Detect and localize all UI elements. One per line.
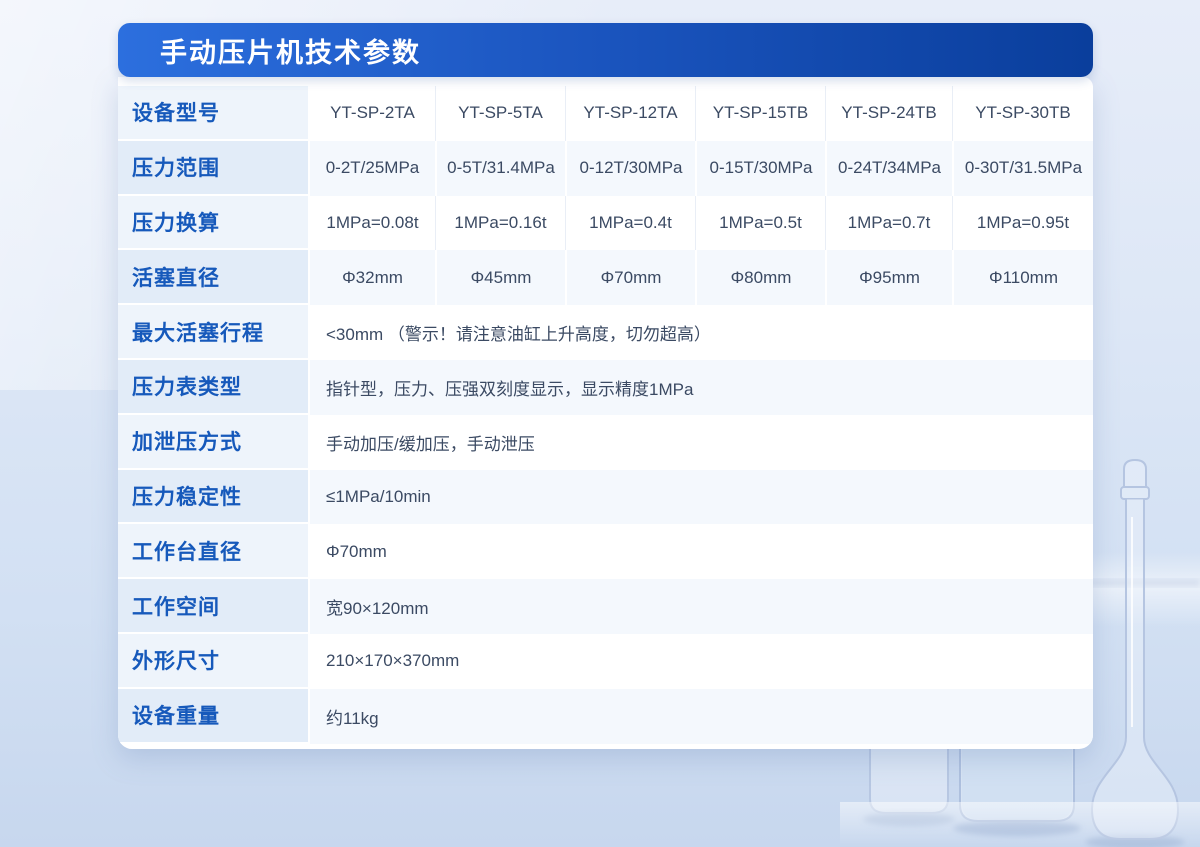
spec-row-device-model: 设备型号 YT-SP-2TA YT-SP-5TA YT-SP-12TA YT-SP-15… [118, 86, 1093, 141]
spec-value-cell: 宽90×120mm [310, 579, 1093, 634]
spec-value-cell: Φ70mm [310, 524, 1093, 580]
spec-row-piston-diameter: 活塞直径 Φ32mm Φ45mm Φ70mm Φ80mm Φ95mm Φ110mm [118, 250, 1093, 306]
row-label: 工作空间 [118, 579, 310, 634]
spec-value-cell: 1MPa=0.4t [565, 195, 695, 251]
spec-value-cell: 1MPa=0.95t [952, 195, 1093, 251]
row-label: 外形尺寸 [118, 633, 310, 689]
spec-value-cell: ≤1MPa/10min [310, 469, 1093, 525]
spec-value-cell: YT-SP-15TB [695, 86, 825, 141]
spec-value-cell: 0-24T/34MPa [825, 140, 952, 196]
spec-row-pressure-stability: 压力稳定性 ≤1MPa/10min [118, 469, 1093, 525]
spec-value-cell: 手动加压/缓加压，手动泄压 [310, 414, 1093, 470]
row-label: 压力范围 [118, 140, 310, 196]
spec-value-cell: Φ110mm [952, 250, 1093, 306]
volumetric-flask-icon [1090, 458, 1180, 840]
spec-row-pressure-range: 压力范围 0-2T/25MPa 0-5T/31.4MPa 0-12T/30MPa 0-1… [118, 140, 1093, 196]
table-sheen [840, 802, 1200, 847]
spec-value-cell: YT-SP-2TA [310, 86, 435, 141]
spec-value-cell: YT-SP-30TB [952, 86, 1093, 141]
spec-value-cell: YT-SP-5TA [435, 86, 565, 141]
page-background: 500ml 200 100 手动压片机技术参数 设备型号YT-SP-2TAYT-… [0, 0, 1200, 847]
spec-value-cell: 1MPa=0.7t [825, 195, 952, 251]
spec-row-worktable-diameter: 工作台直径 Φ70mm [118, 524, 1093, 580]
spec-value-cell: Φ80mm [695, 250, 825, 306]
spec-row-gauge-type: 压力表类型 指针型，压力、压强双刻度显示，显示精度1MPa [118, 359, 1093, 415]
row-label: 设备重量 [118, 688, 310, 744]
spec-row-max-piston-stroke: 最大活塞行程 <30mm （警示！请注意油缸上升高度，切勿超高） [118, 305, 1093, 360]
row-label: 活塞直径 [118, 250, 310, 306]
spec-value-cell: Φ95mm [825, 250, 952, 306]
spec-value-cell: 0-15T/30MPa [695, 140, 825, 196]
spec-value-cell: YT-SP-24TB [825, 86, 952, 141]
spec-value-cell: 0-5T/31.4MPa [435, 140, 565, 196]
spec-value-cell: 0-30T/31.5MPa [952, 140, 1093, 196]
spec-value-cell: <30mm （警示！请注意油缸上升高度，切勿超高） [310, 305, 1093, 360]
spec-value-cell: 0-12T/30MPa [565, 140, 695, 196]
row-label: 最大活塞行程 [118, 305, 310, 360]
spec-row-pressure-conversion: 压力换算 1MPa=0.08t 1MPa=0.16t 1MPa=0.4t 1MPa=0.… [118, 195, 1093, 251]
spec-value-cell: 指针型，压力、压强双刻度显示，显示精度1MPa [310, 359, 1093, 415]
spec-table-card: 设备型号 YT-SP-2TA YT-SP-5TA YT-SP-12TA YT-SP-15… [118, 77, 1093, 749]
row-label: 压力表类型 [118, 359, 310, 415]
section-title-banner: 手动压片机技术参数 [118, 23, 1093, 77]
spec-row-device-weight: 设备重量 约11kg [118, 688, 1093, 744]
spec-value-cell: 1MPa=0.5t [695, 195, 825, 251]
spec-row-pressurize-method: 加泄压方式 手动加压/缓加压，手动泄压 [118, 414, 1093, 470]
row-label: 压力换算 [118, 195, 310, 251]
row-label: 压力稳定性 [118, 469, 310, 525]
spec-value-cell: 0-2T/25MPa [310, 140, 435, 196]
spec-value-cell: Φ70mm [565, 250, 695, 306]
spec-value-cell: 210×170×370mm [310, 633, 1093, 689]
row-label: 工作台直径 [118, 524, 310, 580]
spec-value-cell: 1MPa=0.08t [310, 195, 435, 251]
spec-row-overall-dimensions: 外形尺寸 210×170×370mm [118, 633, 1093, 689]
spec-value-cell: Φ32mm [310, 250, 435, 306]
spec-value-cell: 约11kg [310, 688, 1093, 744]
spec-value-cell: 1MPa=0.16t [435, 195, 565, 251]
spec-value-cell: YT-SP-12TA [565, 86, 695, 141]
row-label: 设备型号 [118, 86, 310, 141]
spec-value-cell: Φ45mm [435, 250, 565, 306]
section-title: 手动压片机技术参数 [160, 37, 421, 68]
row-label: 加泄压方式 [118, 414, 310, 470]
spec-row-working-space: 工作空间 宽90×120mm [118, 579, 1093, 634]
spec-table: 设备型号 YT-SP-2TA YT-SP-5TA YT-SP-12TA YT-SP-15… [118, 86, 1093, 744]
